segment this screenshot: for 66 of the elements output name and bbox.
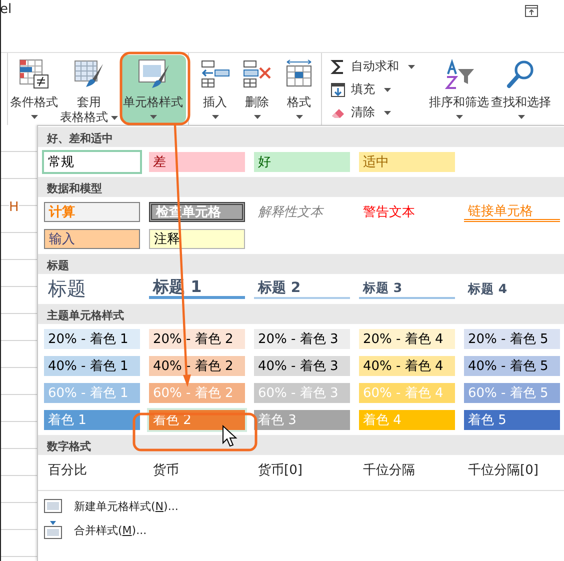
caret-icon (254, 115, 260, 119)
caret-icon (296, 115, 302, 119)
window-title: el (1, 2, 12, 17)
style-option[interactable]: 适中 (357, 150, 457, 174)
style-option[interactable]: 千位分隔 (357, 458, 457, 482)
caret-icon (111, 116, 118, 120)
mouse-cursor-icon (222, 424, 238, 447)
sort-filter-icon (442, 58, 476, 90)
caret-icon (150, 115, 156, 119)
style-option[interactable]: 警告文本 (357, 200, 457, 224)
menu-item[interactable]: 新建单元格样式(N)... (74, 498, 178, 514)
conditional-format-icon (17, 58, 51, 90)
menu-item[interactable]: 合并样式(M)... (74, 522, 147, 538)
style-option[interactable]: 标题 (42, 277, 142, 301)
style-option[interactable]: 20% - 着色 1 (42, 327, 142, 351)
merge-styles-icon (44, 521, 62, 539)
caret-icon (30, 115, 38, 119)
style-option[interactable]: 40% - 着色 1 (42, 354, 142, 378)
style-option[interactable]: 常规 (42, 150, 142, 174)
style-option[interactable]: 20% - 着色 3 (252, 327, 352, 351)
style-option[interactable]: 20% - 着色 4 (357, 327, 457, 351)
fill-down-icon (330, 82, 346, 98)
caret-icon (384, 88, 391, 92)
ribbon-button[interactable]: 套用 表格格式 (60, 55, 118, 123)
new-style-icon (44, 499, 62, 513)
style-option[interactable]: 40% - 着色 5 (462, 354, 562, 378)
cell-brush-icon (136, 58, 170, 90)
style-option[interactable]: 标题 2 (252, 277, 352, 301)
ribbon-button[interactable]: 自动求和 (330, 57, 415, 76)
style-option[interactable]: 解释性文本 (252, 200, 352, 224)
style-option[interactable]: 20% - 着色 5 (462, 327, 562, 351)
caret-icon (384, 110, 391, 114)
caret-icon (408, 64, 415, 68)
ribbon-button[interactable]: 单元格样式 (120, 55, 186, 123)
style-option[interactable]: 差 (147, 150, 247, 174)
style-option[interactable]: 40% - 着色 3 (252, 354, 352, 378)
style-option[interactable]: 标题 4 (462, 277, 562, 301)
style-option[interactable]: 货币[0] (252, 458, 352, 482)
style-option[interactable]: 百分比 (42, 458, 142, 482)
caret-icon (456, 115, 462, 119)
style-option[interactable]: 40% - 着色 4 (357, 354, 457, 378)
style-option[interactable]: 货币 (147, 458, 247, 482)
style-option[interactable]: 着色 5 (462, 408, 562, 432)
ribbon-button[interactable]: 填充 (330, 80, 415, 99)
style-option[interactable]: 输入 (42, 227, 142, 251)
ribbon-button[interactable]: 排序和筛选 (429, 55, 489, 123)
caret-icon (518, 115, 524, 119)
caret-icon (212, 115, 218, 119)
ribbon-button[interactable]: 删除 (237, 55, 277, 123)
section-header: 标题 (38, 254, 564, 274)
section-header: 数字格式 (38, 435, 564, 455)
ribbon-button[interactable]: 插入 (195, 55, 235, 123)
section-header: 主题单元格样式 (38, 304, 564, 324)
sigma-icon (330, 58, 346, 74)
style-option[interactable]: 标题 3 (357, 277, 457, 301)
style-option[interactable]: 好 (252, 150, 352, 174)
style-option[interactable]: 20% - 着色 2 (147, 327, 247, 351)
ribbon-button[interactable]: 条件格式 (10, 55, 58, 123)
style-option[interactable]: 注释 (147, 227, 247, 251)
section-header: 好、差和适中 (38, 127, 564, 147)
style-option[interactable]: 千位分隔[0] (462, 458, 562, 482)
ribbon-button[interactable]: 格式 (279, 55, 319, 123)
ribbon-button[interactable]: 清除 (330, 103, 415, 122)
section-header: 数据和模型 (38, 177, 564, 197)
ribbon-display-icon[interactable] (525, 5, 538, 17)
ribbon-button[interactable]: 查找和选择 (491, 55, 551, 123)
